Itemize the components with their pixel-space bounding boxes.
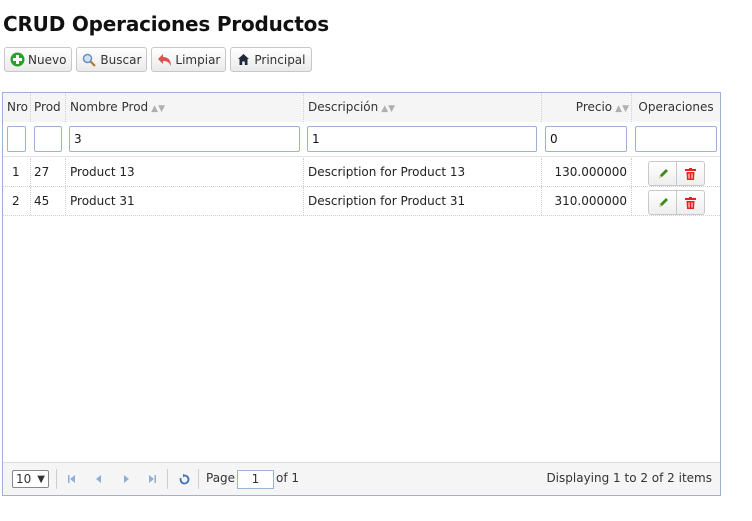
edit-button[interactable]: [649, 191, 676, 214]
cell-nro: 2: [3, 187, 31, 215]
cell-precio: 310.000000: [542, 187, 632, 215]
table-header: Nro Prod Nombre Prod ▲▼ Descripción ▲▼ Pre…: [3, 93, 720, 123]
products-grid: Nro Prod Nombre Prod ▲▼ Descripción ▲▼ Pre…: [2, 92, 721, 496]
filter-nombre-input[interactable]: [69, 126, 300, 152]
refresh-button[interactable]: [178, 472, 190, 486]
filter-operaciones-input[interactable]: [635, 126, 717, 152]
sort-icon: ▲▼: [615, 104, 629, 114]
page-label: Page: [206, 471, 236, 485]
last-page-button[interactable]: [146, 472, 158, 486]
row-actions: [648, 190, 705, 215]
pagination-bar: 10 ▼ Page 1 of 1 Displaying 1 to 2 of 2 i…: [3, 462, 720, 495]
page-title: CRUD Operaciones Productos: [3, 12, 329, 36]
prev-page-button[interactable]: [93, 472, 105, 486]
clear-button[interactable]: Limpiar: [151, 47, 227, 72]
cell-nombre: Product 13: [66, 158, 304, 186]
divider: [167, 469, 168, 489]
pencil-icon: [658, 197, 668, 207]
chevron-down-icon: ▼: [37, 474, 45, 485]
col-header-nro[interactable]: Nro: [3, 93, 31, 122]
sort-icon: ▲▼: [381, 104, 396, 114]
new-button-label: Nuevo: [28, 52, 67, 67]
cell-nro: 1: [3, 158, 31, 186]
new-button[interactable]: Nuevo: [4, 47, 73, 72]
page-total-label: of 1: [276, 471, 300, 485]
toolbar: Nuevo Buscar Limpiar Principal: [4, 47, 312, 74]
page-number-input[interactable]: 1: [237, 470, 274, 489]
col-header-descripcion[interactable]: Descripción ▲▼: [304, 93, 542, 122]
clear-button-label: Limpiar: [175, 52, 221, 67]
cell-prod: 27: [31, 158, 66, 186]
trash-icon: [684, 167, 696, 180]
divider: [198, 469, 199, 489]
col-header-precio[interactable]: Precio ▲▼: [542, 93, 632, 122]
undo-icon: [156, 52, 172, 68]
search-button-label: Buscar: [100, 52, 142, 67]
filter-prod-input[interactable]: [34, 126, 62, 152]
delete-button[interactable]: [676, 191, 703, 214]
col-header-operaciones: Operaciones: [638, 100, 714, 114]
next-page-button[interactable]: [120, 472, 132, 486]
filter-row: [3, 122, 720, 157]
plus-icon: [9, 52, 25, 68]
home-button[interactable]: Principal: [230, 47, 312, 72]
filter-descripcion-input[interactable]: [307, 126, 537, 152]
first-page-button[interactable]: [66, 472, 78, 486]
home-icon: [235, 52, 251, 68]
sort-icon: ▲▼: [151, 104, 165, 114]
cell-prod: 45: [31, 187, 66, 215]
col-header-prod[interactable]: Prod: [31, 93, 66, 122]
prev-page-icon: [96, 475, 101, 483]
col-header-nombre[interactable]: Nombre Prod ▲▼: [66, 93, 304, 122]
page-size-select[interactable]: 10 ▼: [12, 470, 49, 488]
cell-descripcion: Description for Product 13: [304, 158, 542, 186]
trash-icon: [684, 196, 696, 209]
magnifier-icon: [81, 52, 97, 68]
table-row[interactable]: 2 45 Product 31 Description for Product …: [3, 187, 720, 216]
first-page-icon: [68, 475, 75, 483]
edit-button[interactable]: [649, 162, 676, 185]
cell-precio: 130.000000: [542, 158, 632, 186]
cell-descripcion: Description for Product 31: [304, 187, 542, 215]
filter-precio-input[interactable]: [545, 126, 627, 152]
filter-nro-input[interactable]: [7, 126, 26, 152]
cell-nombre: Product 31: [66, 187, 304, 215]
pagination-info: Displaying 1 to 2 of 2 items: [546, 471, 712, 485]
divider: [56, 469, 57, 489]
next-page-icon: [124, 475, 129, 483]
pencil-icon: [658, 168, 668, 178]
search-button[interactable]: Buscar: [76, 47, 148, 72]
row-actions: [648, 161, 705, 186]
home-button-label: Principal: [254, 52, 306, 67]
table-row[interactable]: 1 27 Product 13 Description for Product …: [3, 158, 720, 187]
refresh-icon: [179, 473, 189, 484]
last-page-icon: [149, 475, 156, 483]
delete-button[interactable]: [676, 162, 703, 185]
